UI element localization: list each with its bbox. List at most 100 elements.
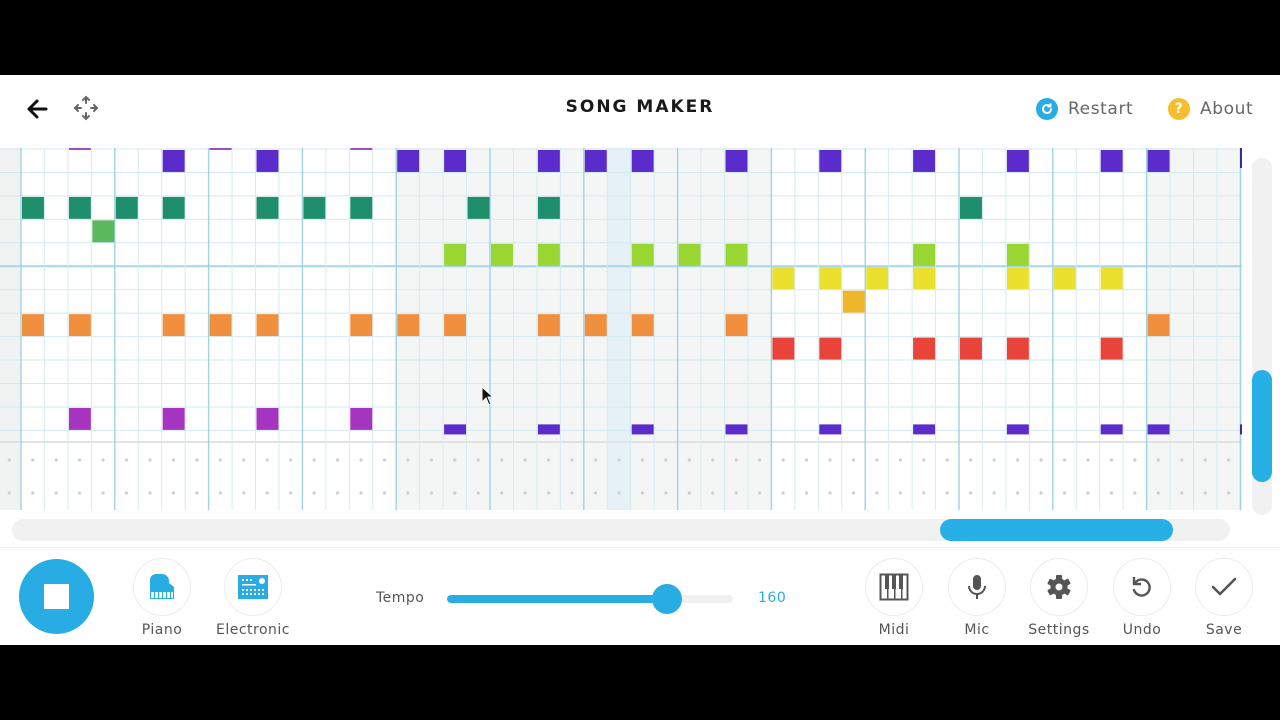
footer-toolbar: Piano Electronic Tempo 160 Midi Mic Sett… [0,547,1280,645]
note-cell [162,314,185,337]
percussion-dot [992,458,996,462]
instrument-piano-button[interactable]: Piano [122,558,202,638]
note-grid-canvas[interactable] [0,148,1242,510]
stop-button[interactable] [19,559,94,634]
percussion-dot [969,458,973,462]
percussion-dot [758,491,762,495]
percussion-dot [1227,491,1231,495]
percussion-dot [265,491,269,495]
horizontal-scroll-thumb[interactable] [940,519,1173,541]
note-cell [537,196,560,219]
vertical-scrollbar[interactable] [1252,158,1272,515]
note-cell [162,150,185,172]
note-cell-partial [1240,148,1242,168]
percussion-dot [523,458,527,462]
note-cell [960,196,982,219]
percussion-dot [711,458,715,462]
note-cell [1147,150,1170,172]
percussion-dot [1156,458,1160,462]
tempo-slider[interactable] [447,584,733,614]
note-cell [68,314,91,337]
mic-icon [968,575,986,599]
note-cell [397,314,420,337]
note-cell [772,337,795,360]
note-cell [537,150,560,172]
tempo-label: Tempo [376,590,425,606]
note-cell [1006,337,1029,360]
tempo-value: 160 [758,590,787,606]
note-cell-partial [350,148,373,150]
note-cell-partial [209,148,232,150]
note-cell [913,243,936,266]
note-cell [350,407,373,430]
percussion-dot [124,458,129,462]
percussion-dot [429,491,433,495]
mic-button[interactable]: Mic [937,558,1017,638]
percussion-dot [195,491,199,495]
tool-label: Midi [878,622,910,638]
mouse-cursor-icon [481,386,495,406]
instrument-electronic-button[interactable]: Electronic [213,558,293,638]
restart-button[interactable]: Restart [1036,96,1133,122]
percussion-dot [758,458,762,462]
stop-icon [44,584,69,609]
percussion-dot [359,491,363,495]
percussion-dot [664,458,668,462]
note-cell [819,337,842,360]
percussion-dot [828,491,832,495]
percussion-dot [429,458,433,462]
percussion-dot [804,458,809,462]
percussion-dot [617,458,621,462]
percussion-dot [1133,491,1137,495]
vertical-scroll-thumb[interactable] [1252,370,1272,482]
note-cell [22,314,44,337]
percussion-dot [734,458,738,462]
note-cell-partial [1100,424,1123,435]
percussion-dot [1227,458,1231,462]
note-cell-partial [725,424,748,435]
percussion-dot [1109,491,1114,495]
percussion-dot [78,491,82,495]
instrument-label: Piano [141,622,183,638]
percussion-dot [547,458,551,462]
note-cell-partial [537,424,560,435]
note-cell [678,243,701,266]
percussion-dot [500,458,504,462]
percussion-dot [1203,458,1207,462]
percussion-dot [335,458,340,462]
settings-button[interactable]: Settings [1019,558,1099,638]
midi-button[interactable]: Midi [854,558,934,638]
note-cell [68,196,91,219]
note-grid[interactable] [0,148,1242,510]
percussion-dot [101,458,105,462]
percussion-dot [781,491,785,495]
about-button[interactable]: ? About [1168,96,1253,122]
percussion-dot [1180,491,1184,495]
percussion-dot [406,491,410,495]
note-cell [725,150,748,172]
note-cell [1147,314,1170,337]
horizontal-scrollbar[interactable] [12,519,1230,541]
percussion-dot [922,491,926,495]
save-button[interactable]: Save [1184,558,1264,638]
tool-label: Settings [1028,622,1090,638]
note-cell [725,243,748,266]
note-cell [584,314,607,337]
percussion-dot [875,491,879,495]
percussion-dot [922,458,926,462]
note-cell [68,407,91,430]
tempo-slider-knob[interactable] [652,584,683,614]
undo-button[interactable]: Undo [1102,558,1182,638]
note-cell [725,314,748,337]
percussion-dot [476,491,480,495]
piano-icon [150,574,174,599]
percussion-dot [640,458,645,462]
note-cell [819,267,842,290]
gear-icon [1047,575,1071,599]
grid-gutter [0,148,21,510]
percussion-dot [804,491,809,495]
percussion-dot [54,458,58,462]
percussion-dot [1039,491,1043,495]
note-cell [92,220,115,243]
percussion-dot [851,491,856,495]
